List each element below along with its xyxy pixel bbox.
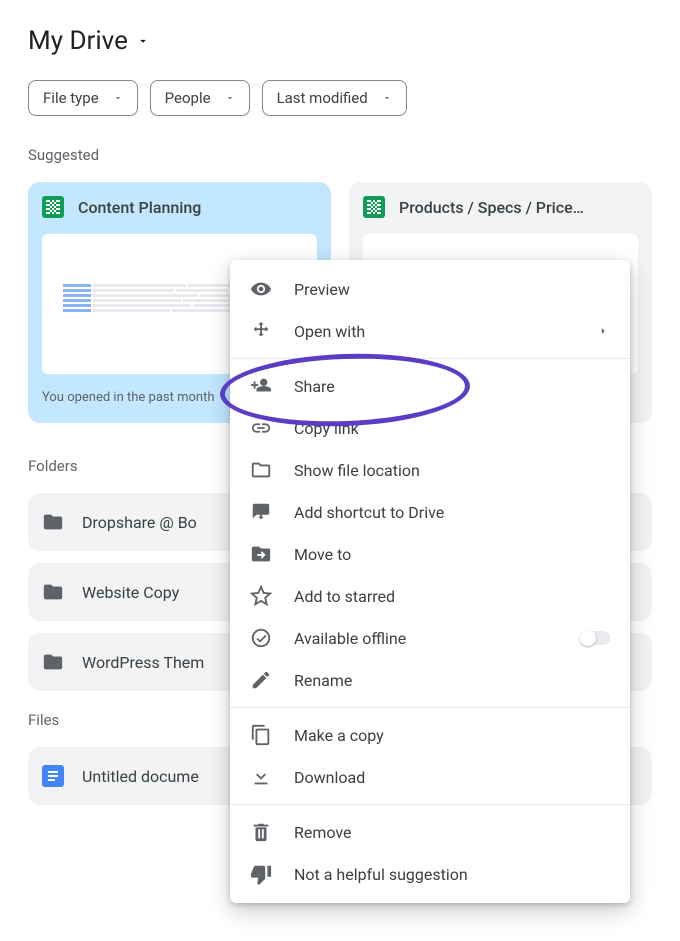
edit-icon bbox=[250, 669, 272, 691]
ctx-label: Remove bbox=[294, 823, 352, 842]
copy-icon bbox=[250, 724, 272, 746]
chevron-down-icon bbox=[136, 34, 150, 48]
ctx-copy-link[interactable]: Copy link bbox=[230, 407, 630, 449]
ctx-make-copy[interactable]: Make a copy bbox=[230, 714, 630, 756]
ctx-label: Copy link bbox=[294, 419, 359, 438]
separator bbox=[230, 804, 630, 805]
filter-label: Last modified bbox=[277, 89, 368, 107]
section-suggested-label: Suggested bbox=[28, 146, 652, 164]
folder-icon bbox=[42, 511, 64, 533]
ctx-label: Not a helpful suggestion bbox=[294, 865, 468, 884]
offline-icon bbox=[250, 627, 272, 649]
download-icon bbox=[250, 766, 272, 788]
folder-outline-icon bbox=[250, 459, 272, 481]
ctx-label: Share bbox=[294, 377, 335, 396]
offline-toggle[interactable] bbox=[580, 631, 610, 645]
ctx-label: Preview bbox=[294, 280, 350, 299]
ctx-not-helpful[interactable]: Not a helpful suggestion bbox=[230, 853, 630, 895]
sheets-icon bbox=[363, 196, 385, 218]
filter-people[interactable]: People bbox=[150, 80, 250, 116]
ctx-share[interactable]: Share bbox=[230, 365, 630, 407]
ctx-rename[interactable]: Rename bbox=[230, 659, 630, 701]
filter-file-type[interactable]: File type bbox=[28, 80, 138, 116]
page-title: My Drive bbox=[28, 26, 128, 56]
chevron-down-icon bbox=[382, 93, 392, 103]
folder-icon bbox=[42, 651, 64, 673]
trash-icon bbox=[250, 821, 272, 843]
person-add-icon bbox=[250, 375, 272, 397]
ctx-show-location[interactable]: Show file location bbox=[230, 449, 630, 491]
ctx-open-with[interactable]: Open with bbox=[230, 310, 630, 352]
filter-label: File type bbox=[43, 89, 99, 107]
separator bbox=[230, 358, 630, 359]
ctx-add-starred[interactable]: Add to starred bbox=[230, 575, 630, 617]
ctx-label: Rename bbox=[294, 671, 352, 690]
thumb-down-icon bbox=[250, 863, 272, 885]
ctx-preview[interactable]: Preview bbox=[230, 268, 630, 310]
ctx-label: Download bbox=[294, 768, 365, 787]
ctx-label: Available offline bbox=[294, 629, 406, 648]
filter-last-modified[interactable]: Last modified bbox=[262, 80, 407, 116]
drive-location-dropdown[interactable]: My Drive bbox=[28, 26, 652, 56]
docs-icon bbox=[42, 765, 64, 787]
ctx-download[interactable]: Download bbox=[230, 756, 630, 798]
open-with-icon bbox=[250, 320, 272, 342]
ctx-add-shortcut[interactable]: Add shortcut to Drive bbox=[230, 491, 630, 533]
star-icon bbox=[250, 585, 272, 607]
ctx-label: Show file location bbox=[294, 461, 420, 480]
filter-label: People bbox=[165, 89, 211, 107]
ctx-remove[interactable]: Remove bbox=[230, 811, 630, 853]
folder-icon bbox=[42, 581, 64, 603]
chevron-down-icon bbox=[113, 93, 123, 103]
separator bbox=[230, 707, 630, 708]
move-to-icon bbox=[250, 543, 272, 565]
context-menu: Preview Open with Share Copy link Show f… bbox=[230, 260, 630, 903]
ctx-label: Add to starred bbox=[294, 587, 395, 606]
sheets-icon bbox=[42, 196, 64, 218]
ctx-label: Make a copy bbox=[294, 726, 384, 745]
card-title: Content Planning bbox=[78, 198, 201, 217]
chevron-down-icon bbox=[225, 93, 235, 103]
ctx-label: Add shortcut to Drive bbox=[294, 503, 444, 522]
shortcut-icon bbox=[250, 501, 272, 523]
ctx-label: Open with bbox=[294, 322, 365, 341]
ctx-label: Move to bbox=[294, 545, 351, 564]
ctx-available-offline[interactable]: Available offline bbox=[230, 617, 630, 659]
ctx-move-to[interactable]: Move to bbox=[230, 533, 630, 575]
chevron-right-icon bbox=[596, 324, 610, 338]
eye-icon bbox=[250, 278, 272, 300]
link-icon bbox=[250, 417, 272, 439]
card-title: Products / Specs / Price… bbox=[399, 198, 584, 217]
